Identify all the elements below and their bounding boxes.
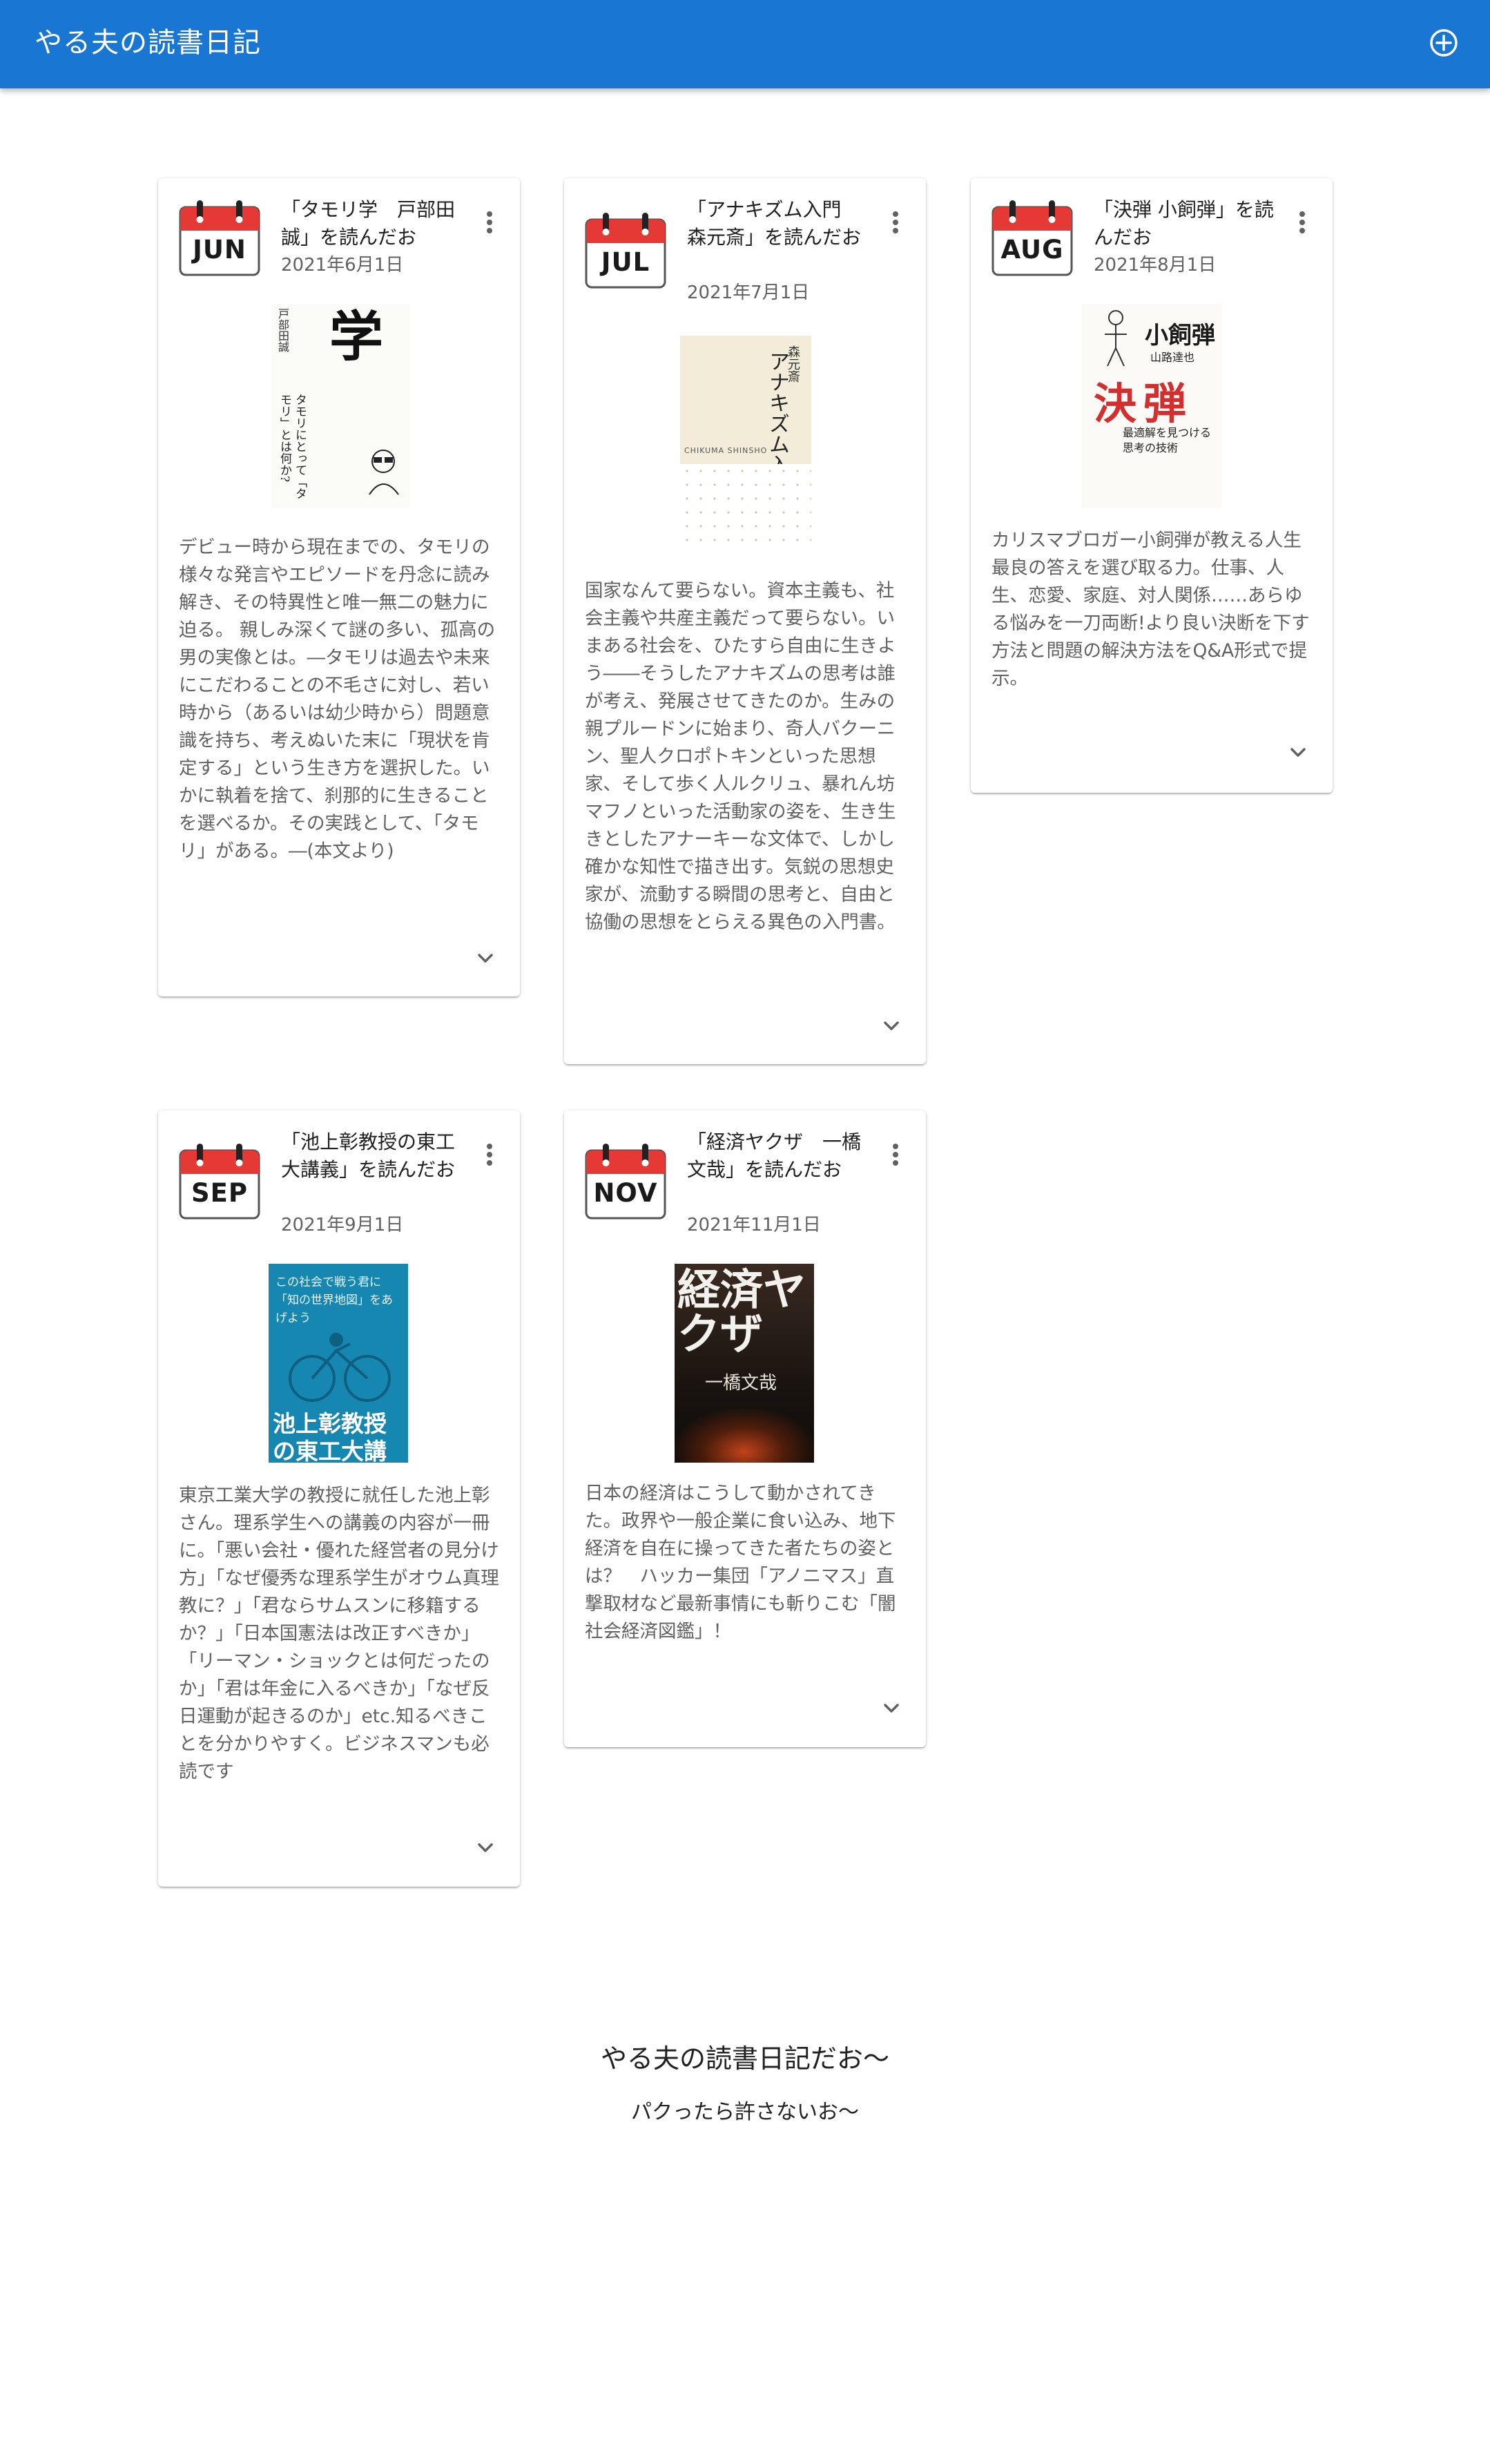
calendar-icon: NOV xyxy=(585,1142,666,1220)
cover-dot-pattern xyxy=(680,464,811,543)
footer-subtitle: パクったら許さないお〜 xyxy=(631,2100,859,2124)
book-cover: タモリ学 タモリにとって「タモリ」とは何か? 戸部田誠 xyxy=(271,304,409,508)
add-circle-outline-icon xyxy=(1430,29,1458,57)
card-description: 東京工業大学の教授に就任した池上彰さん。理系学生への講義の内容が一冊に。「悪い会… xyxy=(179,1485,499,1782)
chevron-down-icon xyxy=(1290,748,1306,757)
book-cover: 小飼弾 山路達也 決弾 最適解を見つける思考の技術 xyxy=(1081,304,1222,508)
calendar-icon: SEP xyxy=(179,1142,260,1220)
book-cover-title: 池上彰教授の東工大講義 xyxy=(273,1410,387,1463)
card-date: 2021年11月1日 xyxy=(687,1215,821,1235)
calendar-icon: JUN xyxy=(179,199,260,276)
book-cover: アナキズム入門 森元斎 CHIKUMA SHINSHO xyxy=(680,336,811,543)
book-cover-publisher: CHIKUMA SHINSHO xyxy=(684,446,768,455)
card-title: 「アナキズム入門 森元斎」を読んだお xyxy=(687,198,862,249)
book-cover: 経済ヤクザ 一橋文哉 xyxy=(675,1264,814,1463)
book-cover: この社会で戦う君に「知の世界地図」をあげよう 池上彰教授の東工大講義 xyxy=(269,1264,408,1463)
calendar-month: JUN xyxy=(193,235,246,264)
cover-bicycle-illustration xyxy=(289,1333,391,1402)
footer-title: やる夫の読書日記だお〜 xyxy=(600,2043,889,2074)
chevron-down-icon xyxy=(884,1021,899,1030)
expand-button[interactable] xyxy=(470,1833,501,1863)
more-vert-icon xyxy=(893,1144,898,1166)
card-title: 「決弾 小飼弾」を読んだお xyxy=(1094,198,1274,249)
add-button[interactable] xyxy=(1424,23,1464,63)
book-card: SEP 「池上彰教授の東工大講義」を読んだお 2021年9月1日 この社会で戦う… xyxy=(158,1110,520,1887)
book-cover-author: 一橋文哉 xyxy=(705,1373,777,1394)
book-cover-author: 森元斎 xyxy=(786,345,800,383)
figure-illustration xyxy=(1105,310,1127,367)
calendar-month: NOV xyxy=(593,1178,658,1208)
book-cover-subtitle: タモリにとって「タモリ」とは何か? xyxy=(278,394,307,499)
book-card: JUL 「アナキズム入門 森元斎」を読んだお 2021年7月1日 アナキズム入門… xyxy=(564,178,926,1064)
card-date: 2021年6月1日 xyxy=(281,255,404,276)
card-title: 「タモリ学 戸部田誠」を読んだお xyxy=(281,198,456,249)
more-button[interactable] xyxy=(886,1139,905,1173)
cover-fire-glow xyxy=(675,1409,814,1463)
book-card: NOV 「経済ヤクザ 一橋文哉」を読んだお 2021年11月1日 経済ヤクザ 一… xyxy=(564,1110,926,1747)
chevron-down-icon xyxy=(478,954,493,963)
expand-button[interactable] xyxy=(1283,738,1313,768)
more-button[interactable] xyxy=(480,1139,499,1173)
more-button[interactable] xyxy=(480,207,499,240)
card-title: 「池上彰教授の東工大講義」を読んだお xyxy=(281,1130,456,1181)
app-bar: やる夫の読書日記 xyxy=(0,0,1490,88)
expand-button[interactable] xyxy=(876,1011,907,1041)
book-cover-title: 経済ヤクザ xyxy=(677,1264,806,1359)
calendar-icon: JUL xyxy=(585,211,666,289)
book-cover-author: 小飼弾 xyxy=(1145,322,1215,349)
book-card: AUG 「決弾 小飼弾」を読んだお 2021年8月1日 小飼弾 山路達也 決弾 … xyxy=(971,178,1333,793)
card-title: 「経済ヤクザ 一橋文哉」を読んだお xyxy=(687,1130,862,1181)
more-button[interactable] xyxy=(1293,207,1312,240)
card-date: 2021年8月1日 xyxy=(1094,255,1217,276)
more-vert-icon xyxy=(893,211,898,233)
expand-button[interactable] xyxy=(470,943,501,974)
more-vert-icon xyxy=(487,211,492,233)
calendar-icon: AUG xyxy=(991,199,1073,276)
chevron-down-icon xyxy=(478,1843,493,1852)
book-cover-top-text: この社会で戦う君に「知の世界地図」をあげよう xyxy=(275,1276,393,1325)
book-card: JUN 「タモリ学 戸部田誠」を読んだお 2021年6月1日 タモリ学 タモリに… xyxy=(158,178,520,997)
more-vert-icon xyxy=(1299,211,1305,233)
app-title: やる夫の読書日記 xyxy=(35,27,261,59)
chevron-down-icon xyxy=(884,1704,899,1713)
more-vert-icon xyxy=(487,1144,492,1166)
card-description: 日本の経済はこうして動かされてきた。政界や一般企業に食い込み、地下経済を自在に操… xyxy=(585,1483,896,1642)
calendar-month: AUG xyxy=(1000,235,1064,264)
book-cover-coauthor: 山路達也 xyxy=(1150,351,1195,364)
book-cover-title: 決弾 xyxy=(1094,378,1194,429)
tamori-illustration xyxy=(369,450,399,495)
calendar-month: SEP xyxy=(191,1178,249,1208)
calendar-month: JUL xyxy=(601,247,650,277)
card-description: 国家なんて要らない。資本主義も、社会主義や共産主義だって要らない。いまある社会を… xyxy=(585,580,896,933)
card-description: デビュー時から現在までの、タモリの様々な発言やエピソードを丹念に読み解き、その特… xyxy=(179,537,496,862)
expand-button[interactable] xyxy=(876,1693,907,1724)
card-description: カリスマブロガー小飼弾が教える人生最良の答えを選び取る力。仕事、人生、恋愛、家庭… xyxy=(991,530,1310,689)
book-cover-author: 戸部田誠 xyxy=(276,308,289,352)
more-button[interactable] xyxy=(886,207,905,240)
card-date: 2021年9月1日 xyxy=(281,1215,404,1235)
card-date: 2021年7月1日 xyxy=(687,282,810,303)
book-cover-subtitle: 最適解を見つける思考の技術 xyxy=(1123,426,1212,454)
